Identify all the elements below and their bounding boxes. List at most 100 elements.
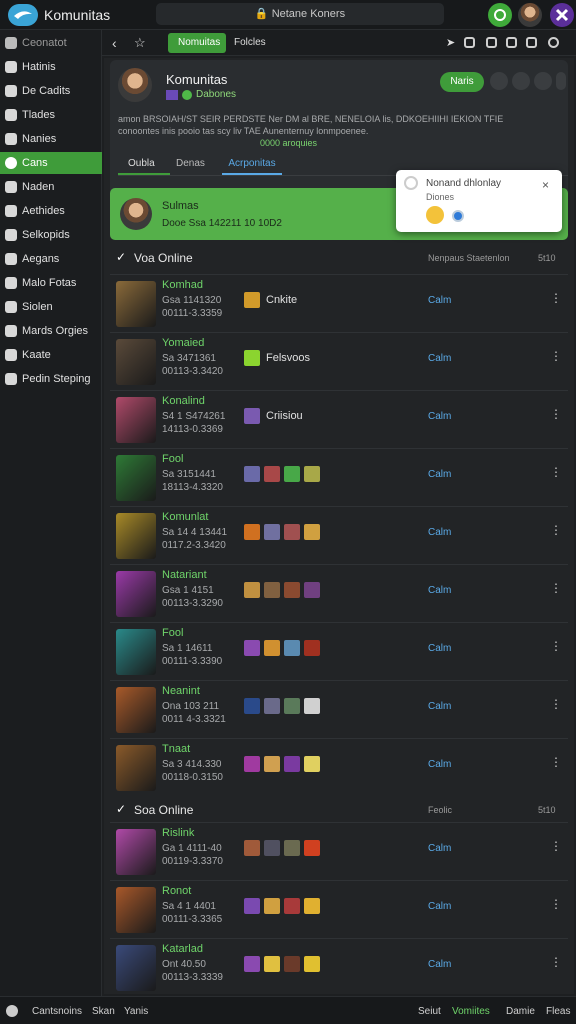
- section-header[interactable]: ✓ Voa Online Nenpaus Staetenlon 5t10: [112, 248, 568, 270]
- more-options-icon[interactable]: ⋮: [550, 755, 562, 769]
- more-options-icon[interactable]: ⋮: [550, 465, 562, 479]
- member-name[interactable]: Fool: [162, 453, 183, 465]
- sidebar-item[interactable]: controller-icon Aegans: [0, 248, 102, 270]
- copy-icon[interactable]: [526, 37, 537, 48]
- member-name[interactable]: Komunlat: [162, 511, 208, 523]
- more-options-icon[interactable]: ⋮: [550, 839, 562, 853]
- image-icon[interactable]: [486, 37, 497, 48]
- member-row[interactable]: Yomaied Sa 3471361 00113-3.3420 Felsvoos Cal…: [110, 332, 568, 390]
- member-action-link[interactable]: Calm: [428, 527, 451, 538]
- more-options-icon[interactable]: ⋮: [550, 697, 562, 711]
- sidebar-item[interactable]: globe-icon Naden: [0, 176, 102, 198]
- more-options-icon[interactable]: ⋮: [550, 523, 562, 537]
- member-action-link[interactable]: Calm: [428, 469, 451, 480]
- notification-icon[interactable]: [488, 3, 512, 27]
- member-row[interactable]: Komunlat Sa 14 4 13441 0117.2-3.3420 Calm ⋮: [110, 506, 568, 564]
- share-icon[interactable]: [534, 72, 552, 90]
- member-name[interactable]: Neanint: [162, 685, 200, 697]
- tab-active[interactable]: Nomuitas: [168, 33, 226, 53]
- member-name[interactable]: Konalind: [162, 395, 205, 407]
- member-name[interactable]: Komhad: [162, 279, 203, 291]
- member-action-link[interactable]: Calm: [428, 411, 451, 422]
- sidebar-item[interactable]: chat-icon Cans: [0, 152, 102, 174]
- member-row[interactable]: Katarlad Ont 40.50 00113-3.3339 Calm ⋮: [110, 938, 568, 996]
- emoji-icon[interactable]: [426, 206, 444, 224]
- member-row[interactable]: Ronot Sa 4 1 4401 00111-3.3365 Calm ⋮: [110, 880, 568, 938]
- member-action-link[interactable]: Calm: [428, 843, 451, 854]
- member-name[interactable]: Tnaat: [162, 743, 190, 755]
- sidebar-item[interactable]: bookmark-icon Nanies: [0, 128, 102, 150]
- member-row[interactable]: Neanint Ona 103 211 0011 4-3.3321 Calm ⋮: [110, 680, 568, 738]
- user-avatar[interactable]: [518, 3, 542, 27]
- member-action-link[interactable]: Calm: [428, 959, 451, 970]
- close-x-icon[interactable]: [550, 3, 574, 27]
- profile-tab-3[interactable]: Acrponitas: [222, 154, 282, 175]
- member-name[interactable]: Natariant: [162, 569, 207, 581]
- more-options-icon[interactable]: ⋮: [550, 581, 562, 595]
- member-row[interactable]: Konalind S4 1 S474261 14113-0.3369 Criisiou…: [110, 390, 568, 448]
- member-action-link[interactable]: Calm: [428, 585, 451, 596]
- footer-item-3[interactable]: Yanis: [124, 1006, 148, 1017]
- tab-other[interactable]: Folcles: [234, 37, 266, 48]
- member-row[interactable]: Tnaat Sa 3 414.330 00118-0.3150 Calm ⋮: [110, 738, 568, 796]
- member-name[interactable]: Katarlad: [162, 943, 203, 955]
- sidebar-item[interactable]: gear-icon Malo Fotas: [0, 272, 102, 294]
- more-options-icon[interactable]: ⋮: [550, 349, 562, 363]
- member-action-link[interactable]: Calm: [428, 643, 451, 654]
- section-header[interactable]: ✓ Soa Online Feolic 5t10: [112, 800, 568, 822]
- member-name[interactable]: Fool: [162, 627, 183, 639]
- member-meta: Sa 14 4 13441 0117.2-3.3420: [162, 527, 228, 551]
- footer-item-1[interactable]: Cantsnoins: [32, 1006, 82, 1017]
- member-row[interactable]: Komhad Gsa 1141320 00111-3.3359 Cnkite Calm ⋮: [110, 274, 568, 332]
- member-action-link[interactable]: Calm: [428, 353, 451, 364]
- member-row[interactable]: Fool Sa 1 14611 00111-3.3390 Calm ⋮: [110, 622, 568, 680]
- sidebar-item[interactable]: flag-icon Mards Orgies: [0, 320, 102, 342]
- sidebar-item[interactable]: book-icon Pedin Steping: [0, 368, 102, 390]
- member-action-link[interactable]: Calm: [428, 295, 451, 306]
- member-name[interactable]: Ronot: [162, 885, 191, 897]
- sidebar-item[interactable]: leaf-icon Kaate: [0, 344, 102, 366]
- profile-tab-2[interactable]: Denas: [176, 158, 205, 169]
- footer-right-1[interactable]: Seiut: [418, 1006, 441, 1017]
- star-icon[interactable]: ☆: [134, 35, 146, 51]
- info-icon[interactable]: [512, 72, 530, 90]
- sidebar-item[interactable]: bookmark-icon Tlades: [0, 104, 102, 126]
- calendar-icon[interactable]: [506, 37, 517, 48]
- address-bar[interactable]: 🔒 Netane Koners: [156, 3, 444, 25]
- footer-right-3[interactable]: Damie: [506, 1006, 535, 1017]
- member-name[interactable]: Yomaied: [162, 337, 204, 349]
- home-icon[interactable]: [464, 37, 475, 48]
- member-action-link[interactable]: Calm: [428, 759, 451, 770]
- profile-tab-1[interactable]: Oubla: [118, 154, 170, 175]
- member-thumbnail: [116, 829, 156, 875]
- sidebar-item[interactable]: gear-icon Selkopids: [0, 224, 102, 246]
- more-options-icon[interactable]: ⋮: [550, 639, 562, 653]
- back-icon[interactable]: ‹: [112, 35, 117, 51]
- app-logo-icon[interactable]: [8, 4, 38, 26]
- member-action-link[interactable]: Calm: [428, 901, 451, 912]
- options-icon[interactable]: [556, 72, 566, 90]
- member-action-link[interactable]: Calm: [428, 701, 451, 712]
- more-options-icon[interactable]: ⋮: [550, 407, 562, 421]
- footer-right-2[interactable]: Vomiites: [452, 1006, 490, 1017]
- more-options-icon[interactable]: ⋮: [550, 291, 562, 305]
- sidebar-item[interactable]: bookmark-icon De Cadits: [0, 80, 102, 102]
- sidebar-item[interactable]: star-icon Siolen: [0, 296, 102, 318]
- more-icon[interactable]: [490, 72, 508, 90]
- profile-action-button[interactable]: Naris: [440, 72, 484, 92]
- footer-right-4[interactable]: Fleas: [546, 1006, 570, 1017]
- more-options-icon[interactable]: ⋮: [550, 955, 562, 969]
- member-row[interactable]: Fool Sa 3151441 18113-4.3320 Calm ⋮: [110, 448, 568, 506]
- more-options-icon[interactable]: ⋮: [550, 897, 562, 911]
- member-row[interactable]: Natariant Gsa 1 4151 00113-3.3290 Calm ⋮: [110, 564, 568, 622]
- popup-close-icon[interactable]: ×: [542, 178, 549, 192]
- sidebar-item[interactable]: swords-icon Aethides: [0, 200, 102, 222]
- pin-icon[interactable]: ➤: [446, 36, 457, 49]
- footer-settings-icon[interactable]: [6, 1005, 18, 1017]
- settings-icon[interactable]: [548, 37, 559, 48]
- member-name[interactable]: Rislink: [162, 827, 194, 839]
- sidebar-item[interactable]: home-icon Hatinis: [0, 56, 102, 78]
- member-row[interactable]: Rislink Ga 1 4111-40 00119-3.3370 Calm ⋮: [110, 822, 568, 880]
- footer-item-2[interactable]: Skan: [92, 1006, 115, 1017]
- sidebar-collapsed-label[interactable]: Ceonatot: [0, 32, 102, 54]
